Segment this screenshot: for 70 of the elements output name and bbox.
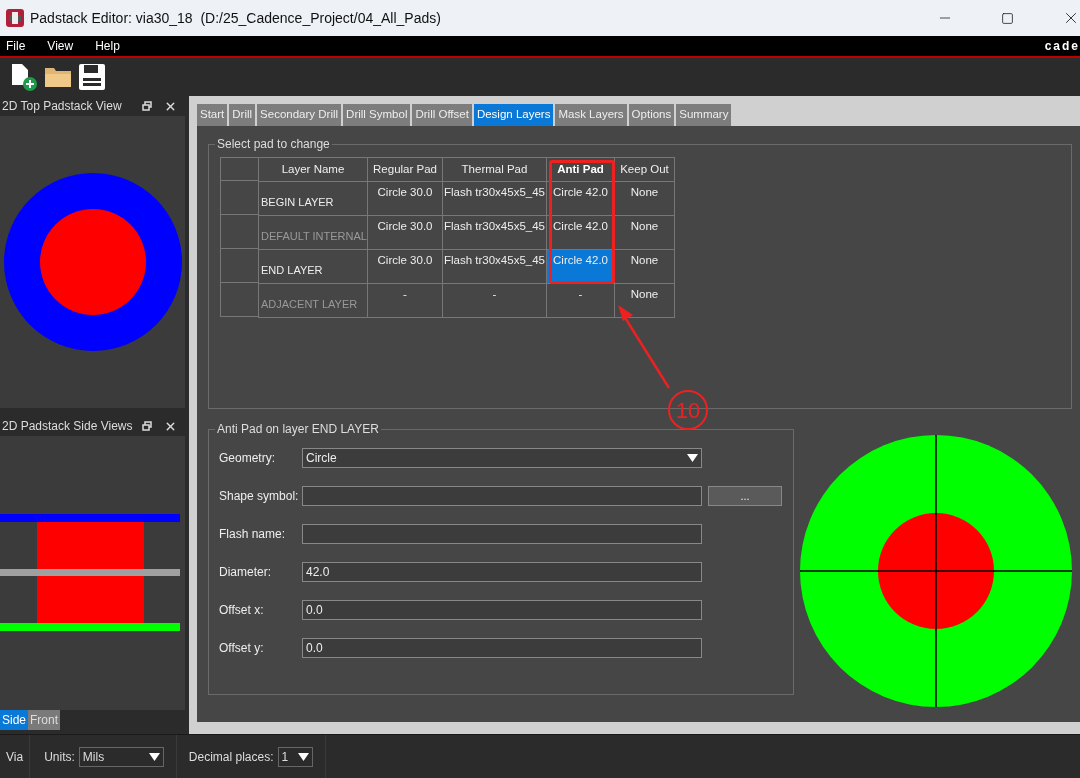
menu-bar-text: cade [1044, 38, 1080, 55]
units-label: Units: [44, 748, 75, 766]
column-header[interactable]: Layer Name [258, 157, 368, 182]
dropdown-arrow-icon [687, 454, 698, 462]
input-field[interactable]: 0.0 [302, 600, 702, 620]
input-field[interactable]: 42.0 [302, 562, 702, 582]
column-header[interactable]: Thermal Pad [442, 157, 547, 182]
tab[interactable]: Start [197, 104, 228, 126]
decimal-places-dropdown[interactable]: 1 [277, 746, 313, 767]
save-icon[interactable] [78, 63, 106, 91]
pad-cell[interactable]: Circle 30.0 [367, 181, 443, 216]
field-label: Offset x: [219, 602, 265, 619]
field-label: Offset y: [219, 640, 265, 657]
window-title: Padstack Editor: via30_18 (D:/25_Cadence_Project/04_All_Pads) [30, 8, 441, 28]
tab[interactable]: Drill Symbol [343, 104, 411, 126]
field-label: Flash name: [219, 526, 287, 543]
corner-cell [220, 157, 258, 181]
panel-title: 2D Padstack Side Views [2, 418, 133, 435]
row-header-cell[interactable] [220, 181, 258, 215]
pad-cell[interactable]: - [442, 283, 547, 318]
float-icon[interactable] [142, 101, 152, 111]
input-field[interactable] [302, 524, 702, 544]
float-icon[interactable] [142, 421, 152, 431]
pad-cell[interactable]: Flash tr30x45x5_45 [442, 181, 547, 216]
tab[interactable]: Mask Layers [555, 104, 627, 126]
pad-cell[interactable]: None [614, 215, 675, 250]
pad-cell[interactable]: Flash tr30x45x5_45 [442, 249, 547, 284]
menu-item[interactable]: File [0, 37, 32, 55]
menu-item[interactable]: View [41, 37, 80, 55]
tab[interactable]: Drill Offset [412, 104, 472, 126]
pad-cell[interactable]: - [367, 283, 443, 318]
input-field[interactable] [302, 486, 702, 506]
column-header[interactable]: Keep Out [614, 157, 675, 182]
field-label: Geometry: [219, 450, 276, 467]
row-header-cell[interactable] [220, 249, 258, 283]
geometry-dropdown[interactable]: Circle [302, 448, 702, 468]
new-file-icon[interactable] [10, 63, 38, 91]
pad-cell[interactable]: None [614, 181, 675, 216]
mode-label: Via [0, 735, 31, 778]
column-header[interactable]: Regular Pad [367, 157, 443, 182]
input-field[interactable]: 0.0 [302, 638, 702, 658]
menu-item[interactable]: Help [89, 37, 126, 55]
maximize-icon[interactable] [1001, 11, 1014, 25]
pad-cell[interactable]: Circle 30.0 [367, 249, 443, 284]
step-number: 10 [668, 390, 708, 430]
units-dropdown[interactable]: Mils [78, 746, 164, 767]
tab[interactable]: Drill [229, 104, 256, 126]
view-tab[interactable]: Side [0, 710, 29, 730]
row-header-cell[interactable] [220, 215, 258, 249]
dropdown-arrow-icon [148, 752, 160, 761]
dropdown-arrow-icon [297, 752, 309, 761]
tab[interactable]: Secondary Drill [257, 104, 342, 126]
browse-button[interactable]: ... [708, 486, 782, 506]
tab[interactable]: Options [628, 104, 675, 126]
layer-name-cell[interactable]: BEGIN LAYER [258, 181, 368, 216]
app-icon [6, 9, 24, 27]
field-label: Shape symbol: [219, 488, 300, 505]
pad-cell[interactable]: - [546, 283, 615, 318]
folder-icon[interactable] [44, 65, 72, 89]
tab[interactable]: Design Layers [473, 104, 554, 126]
layer-name-cell[interactable]: END LAYER [258, 249, 368, 284]
tab[interactable]: Summary [676, 104, 732, 126]
row-header-cell[interactable] [220, 283, 258, 317]
decimal-places-label: Decimal places: [188, 748, 274, 766]
column-header[interactable]: Anti Pad [546, 157, 615, 182]
panel-title: 2D Top Padstack View [2, 98, 122, 115]
field-label: Diameter: [219, 564, 272, 581]
pad-cell[interactable]: Circle 30.0 [367, 215, 443, 250]
pad-cell[interactable]: Flash tr30x45x5_45 [442, 215, 547, 250]
pad-cell[interactable]: None [614, 249, 675, 284]
